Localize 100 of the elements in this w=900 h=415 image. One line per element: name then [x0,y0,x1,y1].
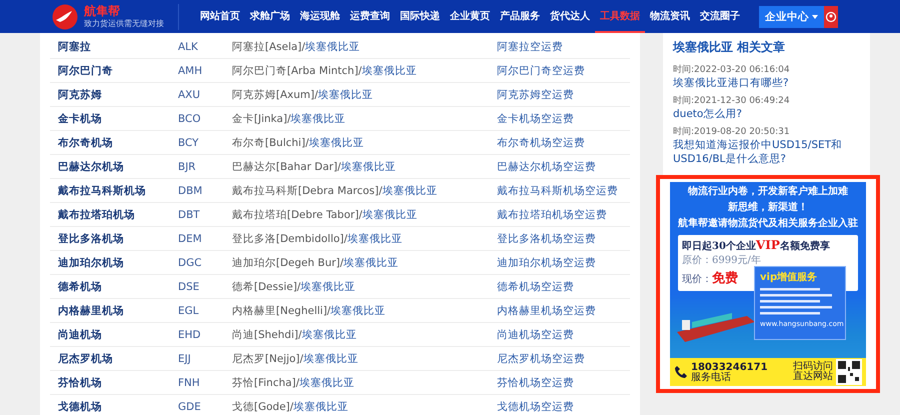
airport-code: DBT [178,208,201,220]
airport-code: EHD [178,328,202,340]
article-link[interactable]: 我想知道海运报价中USD15/SET和USD16/BL是什么意思? [673,138,860,166]
nav-item[interactable]: 运费查询 [345,0,395,33]
phone-icon [674,365,688,379]
airport-code: BJR [178,160,197,172]
air-freight-link[interactable]: 巴赫达尔机场空运费 [497,160,630,174]
nav-item[interactable]: 国际快递 [395,0,445,33]
air-freight-link[interactable]: 迪加珀尔机场空运费 [497,256,630,270]
country-link[interactable]: 埃塞俄比亚 [303,352,358,364]
country-link[interactable]: 埃塞俄比亚 [293,400,348,412]
country-link[interactable]: 埃塞俄比亚 [318,88,374,100]
airport-name: 阿尔巴门奇 [58,64,114,78]
airport-name: 德希机场 [58,280,103,294]
airport-location: 阿塞拉[Asela]/埃塞俄比亚 [232,40,362,54]
air-freight-link[interactable]: 德希机场空运费 [497,280,630,294]
airport-location: 戈德[Gode]/埃塞俄比亚 [232,400,350,414]
airport-location: 登比多洛[Dembidollo]/埃塞俄比亚 [232,232,404,246]
nav-item[interactable]: 网站首页 [195,0,245,33]
airport-name: 尚迪机场 [58,328,103,342]
airport-name: 布尔奇机场 [58,136,114,150]
article-link[interactable]: 埃塞俄比亚港口有哪些? [673,76,860,90]
airport-code: AMH [178,64,204,76]
air-freight-link[interactable]: 布尔奇机场空运费 [497,136,630,150]
airport-code: GDE [178,400,202,412]
offer-text: 即日起30个企业VIP名额免费享 [682,238,831,253]
article-time: 时间:2022-03-20 06:16:04 [673,64,791,76]
country-link[interactable]: 埃塞俄比亚 [300,280,356,292]
article-link[interactable]: dueto怎么用? [673,107,860,121]
country-link[interactable]: 埃塞俄比亚 [299,376,354,388]
air-freight-link[interactable]: 戴布拉马科斯机场空运费 [497,184,630,198]
airport-location: 迪加珀尔[Degeh Bur]/埃塞俄比亚 [232,256,400,270]
air-freight-link[interactable]: 阿克苏姆空运费 [497,88,630,102]
qr-caption: 扫码访问 [793,362,833,372]
country-link[interactable]: 埃塞俄比亚 [347,232,402,244]
nav-item[interactable]: 货代达人 [545,0,595,33]
airport-location: 布尔奇[Bulchi]/埃塞俄比亚 [232,136,365,150]
country-link[interactable]: 埃塞俄比亚 [308,136,364,148]
panel-title: 埃塞俄比亚 相关文章 [673,39,786,56]
qr-code-icon [836,359,862,385]
airport-name: 阿塞拉 [58,40,92,54]
air-freight-link[interactable]: 阿塞拉空运费 [497,40,630,54]
airport-name: 戴布拉马科斯机场 [58,184,147,198]
airport-code: EGL [178,304,200,316]
ad-headline: 新思维，新渠道！ [728,201,808,214]
air-freight-link[interactable]: 阿尔巴门奇空运费 [497,64,630,78]
airport-code: BCY [178,136,200,148]
logo-icon [50,4,80,30]
airport-location: 阿克苏姆[Axum]/埃塞俄比亚 [232,88,374,102]
brand-name: 航隼帮 [84,4,121,18]
airport-code: FNH [178,376,201,388]
air-freight-link[interactable]: 内格赫里机场空运费 [497,304,630,318]
nav-item[interactable]: 物流资讯 [645,0,695,33]
airport-code: DBM [178,184,204,196]
country-link[interactable]: 埃塞俄比亚 [330,304,386,316]
airport-code: BCO [178,112,202,124]
user-avatar-icon[interactable] [824,6,838,28]
air-freight-link[interactable]: 芬恰机场空运费 [497,376,630,390]
original-price: 原价：6999元/年 [682,254,762,267]
airport-location: 尼杰罗[Nejjo]/埃塞俄比亚 [232,352,360,366]
country-link[interactable]: 埃塞俄比亚 [290,112,346,124]
airport-code: DGC [178,256,203,268]
country-link[interactable]: 埃塞俄比亚 [340,160,396,172]
article-time: 时间:2019-08-20 20:50:31 [673,126,791,138]
country-link[interactable]: 埃塞俄比亚 [302,328,357,340]
nav-item[interactable]: 企业黄页 [445,0,495,33]
airport-name: 阿克苏姆 [58,88,103,102]
airport-location: 金卡[Jinka]/埃塞俄比亚 [232,112,347,126]
airport-name: 金卡机场 [58,112,103,126]
airport-location: 内格赫里[Neghelli]/埃塞俄比亚 [232,304,387,318]
airport-code: ALK [178,40,199,52]
airport-location: 戴布拉马科斯[Debra Marcos]/埃塞俄比亚 [232,184,438,198]
nav-item[interactable]: 求舱广场 [245,0,295,33]
country-link[interactable]: 埃塞俄比亚 [362,64,417,76]
air-freight-link[interactable]: 尚迪机场空运费 [497,328,630,342]
airport-location: 芬恰[Fincha]/埃塞俄比亚 [232,376,356,390]
air-freight-link[interactable]: 戴布拉塔珀机场空运费 [497,208,630,222]
airport-code: EJJ [178,352,192,364]
enterprise-center-button[interactable]: 企业中心 [759,6,824,28]
air-freight-link[interactable]: 戈德机场空运费 [497,400,630,414]
airport-code: AXU [178,88,202,100]
airport-code: DSE [178,280,200,292]
air-freight-link[interactable]: 尼杰罗机场空运费 [497,352,630,366]
current-price: 现价：免费 [682,270,738,287]
ad-headline: 物流行业内卷，开发新客户难上加难 [688,185,848,198]
airport-name: 戴布拉塔珀机场 [58,208,136,222]
nav-item[interactable]: 交流圈子 [695,0,745,33]
phone-label: 服务电话 [691,372,731,382]
qr-caption: 直达网站 [793,372,833,382]
airport-location: 阿尔巴门奇[Arba Mintch]/埃塞俄比亚 [232,64,418,78]
nav-item[interactable]: 产品服务 [495,0,545,33]
nav-item[interactable]: 海运现舱 [295,0,345,33]
country-link[interactable]: 埃塞俄比亚 [362,208,418,220]
country-link[interactable]: 埃塞俄比亚 [305,40,360,52]
air-freight-link[interactable]: 金卡机场空运费 [497,112,630,126]
country-link[interactable]: 埃塞俄比亚 [344,256,399,268]
air-freight-link[interactable]: 登比多洛机场空运费 [497,232,630,246]
country-link[interactable]: 埃塞俄比亚 [382,184,438,196]
airport-location: 尚迪[Shehdi]/埃塞俄比亚 [232,328,358,342]
airport-name: 内格赫里机场 [58,304,125,318]
